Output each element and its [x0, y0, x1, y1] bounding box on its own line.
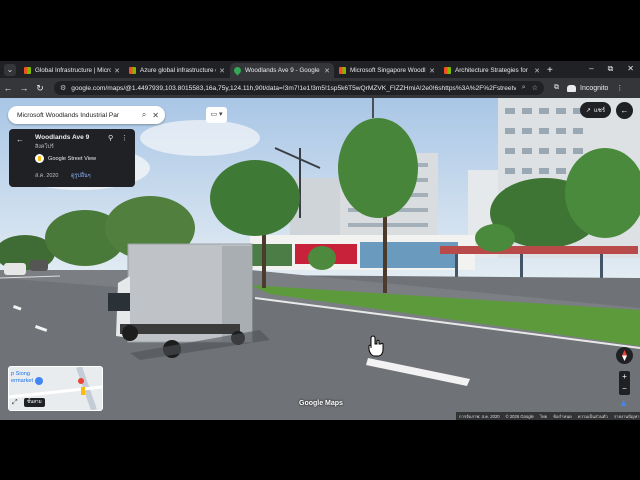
tab-label: Woodlands Ave 9 - Google	[245, 67, 320, 74]
compass-needle	[622, 350, 627, 361]
minimap[interactable]: p Siong ermarket ⤢ ชั้นสาม	[8, 366, 103, 411]
microsoft-logo-icon	[444, 67, 451, 74]
clear-search-icon[interactable]: ✕	[152, 111, 159, 120]
footer-copyright: © 2026 Google	[505, 413, 534, 419]
keyboard-shortcuts-icon[interactable]: ▭ ▾	[206, 107, 227, 123]
pegman-icon[interactable]: ♟	[620, 399, 627, 408]
minimize-button[interactable]: –	[589, 64, 593, 74]
footer-language-link[interactable]: ไทย	[540, 413, 547, 420]
google-maps-icon	[232, 65, 243, 76]
minimap-label-line: p Siong	[11, 371, 30, 377]
incognito-label: Incognito	[580, 84, 609, 92]
maps-search-box[interactable]: Microsoft Woodlands Industrial Par ⌕ ✕	[8, 106, 165, 124]
share-label: แชร์	[593, 108, 606, 114]
share-icon: ↗	[585, 107, 591, 114]
street-view-pegman-icon	[35, 154, 44, 163]
minimap-label-line: ermarket	[11, 377, 34, 384]
close-icon[interactable]: ✕	[429, 67, 435, 75]
back-arrow-icon[interactable]: ←	[16, 135, 24, 144]
window-close-button[interactable]: ✕	[627, 64, 634, 74]
zoom-out-button[interactable]: −	[619, 383, 630, 395]
tab-architecture-strategies[interactable]: Architecture Strategies for ✕	[440, 63, 544, 78]
bookmark-star-icon[interactable]: ☆	[532, 84, 538, 92]
tab-woodlands-maps[interactable]: Woodlands Ave 9 - Google ✕	[230, 63, 334, 78]
search-input[interactable]: Microsoft Woodlands Industrial Par	[17, 112, 136, 119]
microsoft-logo-icon	[129, 67, 136, 74]
search-icon[interactable]: ⌕	[522, 84, 526, 92]
street-view-panorama[interactable]: Microsoft Woodlands Industrial Par ⌕ ✕ ▭…	[0, 98, 640, 420]
minimap-place-label: p Siong ermarket	[11, 371, 33, 384]
minimap-layer-chip[interactable]: ชั้นสาม	[24, 398, 45, 407]
tab-strip: ⌄ Global Infrastructure | Micro ✕ Azure …	[0, 61, 640, 78]
capture-date: ส.ค. 2020	[35, 173, 59, 179]
location-subtitle: สิงคโปร์	[35, 144, 54, 150]
map-footer: การจับภาพ: ส.ค. 2020 © 2026 Google ไทย ข…	[456, 412, 640, 420]
address-bar[interactable]: ⚙ google.com/maps/@1.4497939,103.8015583…	[54, 81, 544, 95]
close-icon[interactable]: ✕	[534, 67, 540, 75]
window-controls: – ⧉ ✕	[589, 64, 634, 74]
search-icon[interactable]: ⌕	[142, 110, 146, 120]
hand-cursor-icon	[368, 335, 384, 357]
tab-search-button[interactable]: ⌄	[4, 64, 16, 76]
tab-microsoft-singapore[interactable]: Microsoft Singapore Woodl ✕	[335, 63, 439, 78]
forward-arrow-icon[interactable]: →	[16, 83, 32, 93]
location-info-card: ← Woodlands Ave 9 สิงคโปร์ ⚲ ⋮ Google St…	[9, 129, 135, 187]
extensions-icon[interactable]: ⧉	[554, 84, 559, 92]
tab-label: Global Infrastructure | Micro	[35, 67, 112, 74]
footer-privacy-link[interactable]: ความเป็นส่วนตัว	[578, 413, 608, 420]
incognito-badge[interactable]: Incognito	[567, 84, 609, 92]
tab-label: Architecture Strategies for	[455, 67, 528, 74]
new-tab-button[interactable]: +	[547, 65, 553, 76]
tab-azure-infrastructure[interactable]: Azure global infrastructure e ✕	[125, 63, 229, 78]
url-text: google.com/maps/@1.4497939,103.8015583,1…	[71, 84, 516, 92]
map-pin-icon[interactable]: ⚲	[108, 134, 113, 142]
street-view-source: Google Street View	[35, 154, 96, 163]
footer-terms-link[interactable]: ข้อกำหนด	[553, 413, 572, 420]
location-title: Woodlands Ave 9	[35, 134, 90, 141]
zoom-controls: + −	[619, 371, 630, 395]
incognito-icon	[567, 84, 576, 92]
compass-icon[interactable]	[616, 347, 633, 364]
tab-label: Microsoft Singapore Woodl	[350, 67, 426, 74]
close-icon[interactable]: ✕	[219, 67, 225, 75]
microsoft-logo-icon	[339, 67, 346, 74]
expand-map-icon[interactable]: ⤢	[12, 399, 18, 407]
browser-toolbar: ← → ↻ ⚙ google.com/maps/@1.4497939,103.8…	[0, 78, 640, 98]
tab-global-infrastructure[interactable]: Global Infrastructure | Micro ✕	[20, 63, 124, 78]
share-button[interactable]: ↗ แชร์	[580, 102, 611, 118]
close-street-view-button[interactable]: ←	[616, 102, 633, 119]
source-label: Google Street View	[48, 155, 97, 162]
tab-label: Azure global infrastructure e	[140, 67, 217, 74]
zoom-in-button[interactable]: +	[619, 371, 630, 383]
more-options-icon[interactable]: ⋮	[121, 134, 128, 142]
footer-capture-date: การจับภาพ: ส.ค. 2020	[459, 413, 500, 419]
google-maps-logo: Google Maps	[299, 400, 343, 407]
browser-window: ⌄ Global Infrastructure | Micro ✕ Azure …	[0, 61, 640, 420]
microsoft-logo-icon	[24, 67, 31, 74]
back-arrow-icon[interactable]: ←	[0, 83, 16, 93]
see-more-photos-link[interactable]: ดูรูปอื่นๆ	[71, 172, 91, 180]
toolbar-right: ⧉ Incognito ⋮	[554, 84, 623, 92]
browser-menu-icon[interactable]: ⋮	[616, 84, 623, 92]
close-icon[interactable]: ✕	[324, 67, 330, 75]
close-icon[interactable]: ✕	[114, 67, 120, 75]
site-info-icon[interactable]: ⚙	[60, 84, 66, 92]
restore-button[interactable]: ⧉	[608, 64, 614, 74]
reload-icon[interactable]: ↻	[32, 83, 48, 94]
footer-report-link[interactable]: รายงานปัญหา	[614, 413, 640, 420]
